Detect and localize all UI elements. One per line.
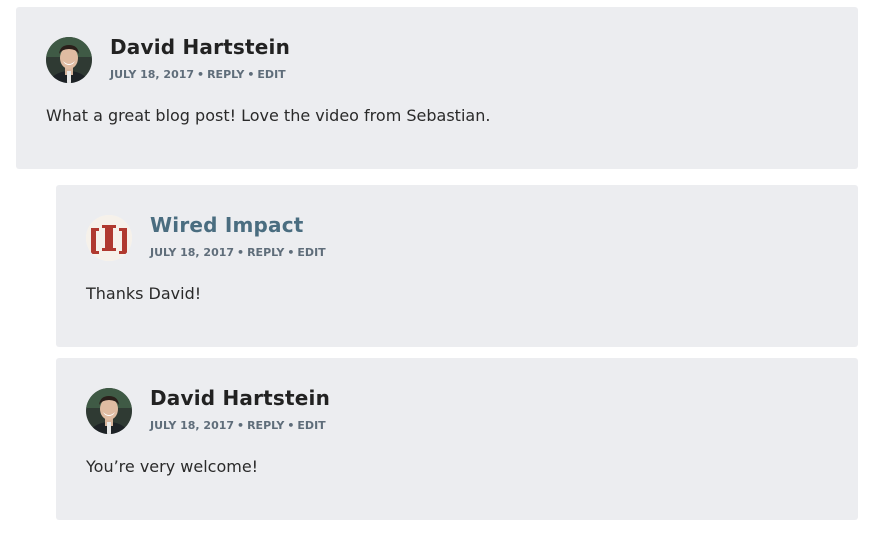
- comment-text: What a great blog post! Love the video f…: [46, 106, 491, 125]
- separator-dot: •: [237, 419, 245, 432]
- separator-dot: •: [287, 419, 295, 432]
- comment-card-reply: Wired Impact July 18, 2017 • Reply • Edit Th…: [56, 185, 858, 347]
- comment-author: David Hartstein: [110, 35, 291, 59]
- reply-link[interactable]: Reply: [247, 246, 284, 259]
- comment-date-link[interactable]: July 18, 2017: [150, 419, 234, 432]
- separator-dot: •: [247, 68, 255, 81]
- avatar-photo-icon: [86, 388, 132, 434]
- comment-meta: July 18, 2017 • Reply • Edit: [150, 419, 326, 432]
- wired-impact-logo-icon: [86, 215, 132, 261]
- separator-dot: •: [197, 68, 205, 81]
- edit-link[interactable]: Edit: [297, 419, 325, 432]
- avatar: [86, 215, 132, 261]
- reply-link[interactable]: Reply: [207, 68, 244, 81]
- avatar: [86, 388, 132, 434]
- comment-date-link[interactable]: July 18, 2017: [110, 68, 194, 81]
- comment-card-reply: David Hartstein July 18, 2017 • Reply • Edit…: [56, 358, 858, 520]
- comment-meta: July 18, 2017 • Reply • Edit: [150, 246, 326, 259]
- comment-card: David Hartstein July 18, 2017 • Reply • Edit…: [16, 7, 858, 169]
- separator-dot: •: [287, 246, 295, 259]
- comment-text: You’re very welcome!: [86, 457, 259, 476]
- avatar-photo-icon: [46, 37, 92, 83]
- reply-link[interactable]: Reply: [247, 419, 284, 432]
- edit-link[interactable]: Edit: [257, 68, 285, 81]
- comment-author-link[interactable]: Wired Impact: [150, 213, 304, 237]
- comment-meta: July 18, 2017 • Reply • Edit: [110, 68, 286, 81]
- edit-link[interactable]: Edit: [297, 246, 325, 259]
- separator-dot: •: [237, 246, 245, 259]
- avatar: [46, 37, 92, 83]
- comment-date-link[interactable]: July 18, 2017: [150, 246, 234, 259]
- comment-text: Thanks David!: [86, 284, 202, 303]
- comment-author: David Hartstein: [150, 386, 331, 410]
